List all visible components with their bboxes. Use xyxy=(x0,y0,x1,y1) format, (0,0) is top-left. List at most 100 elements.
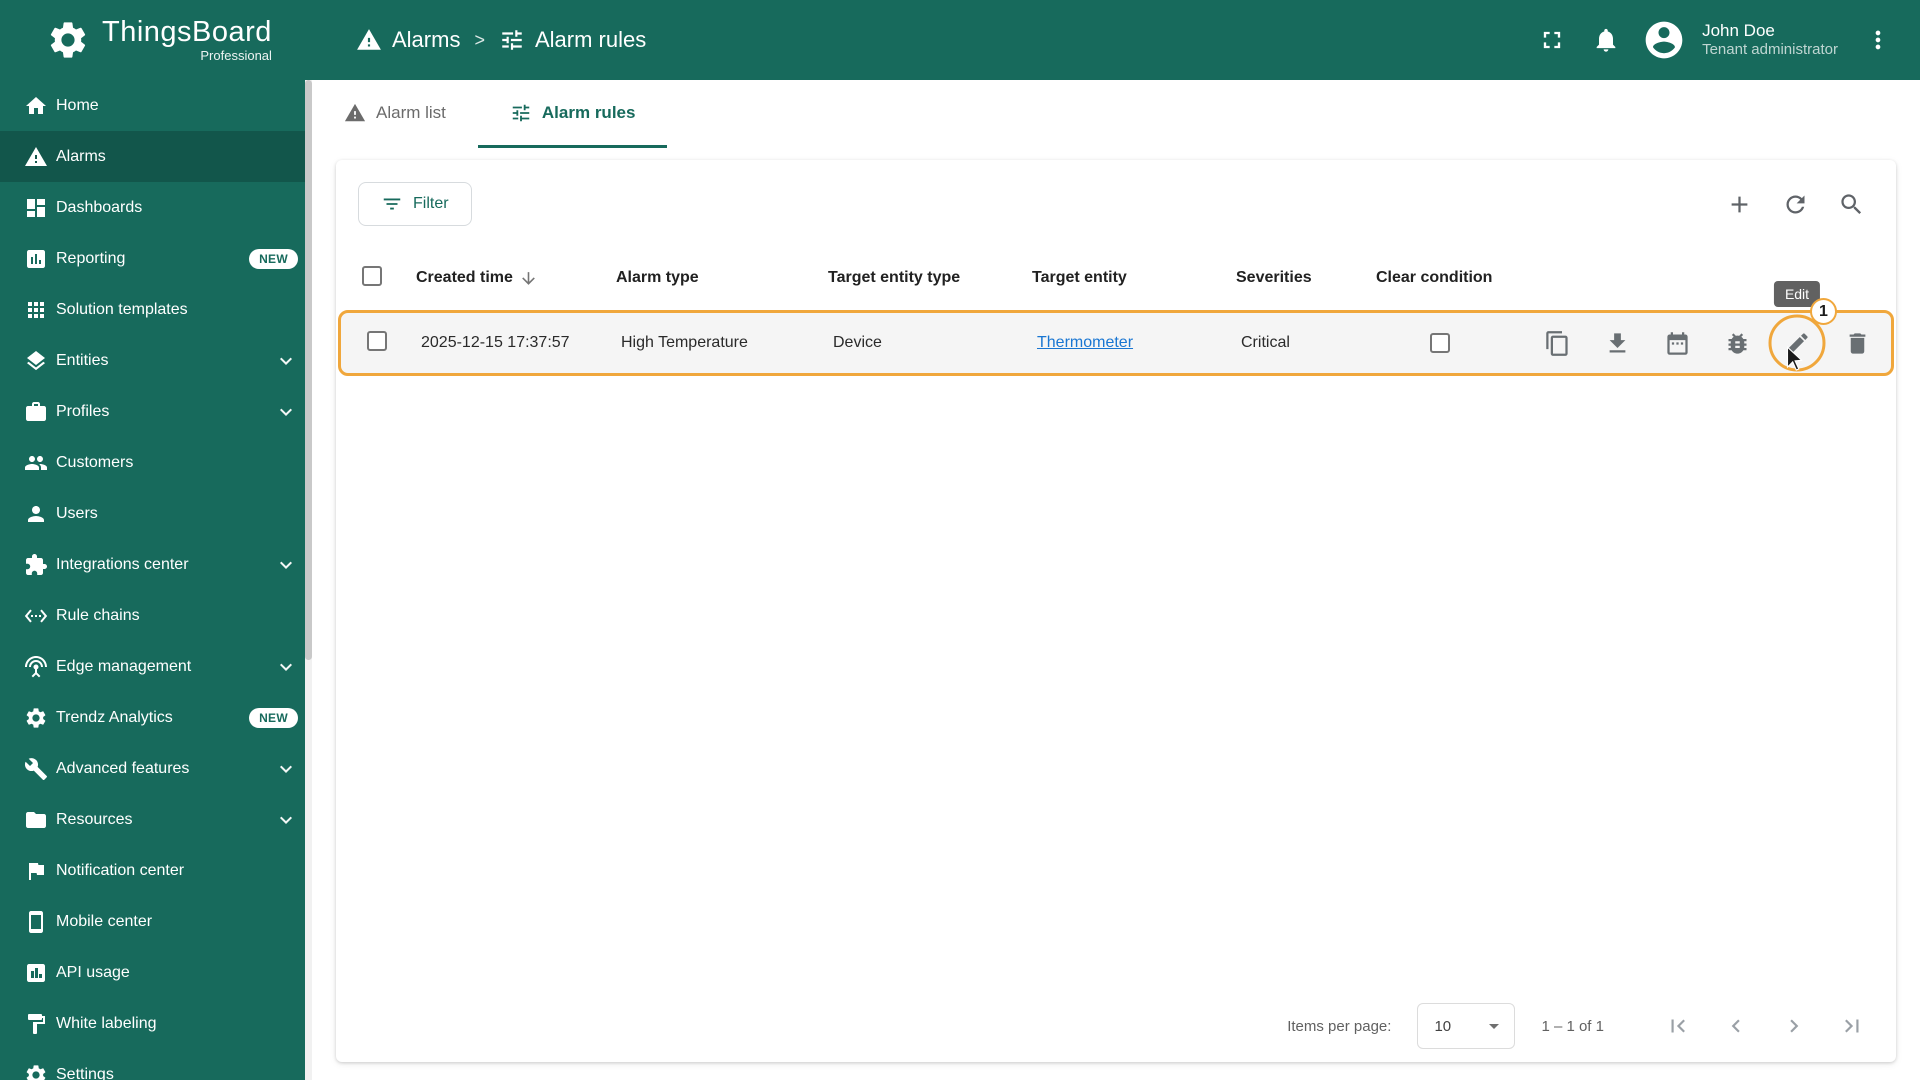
sidebar: Home Alarms Dashboards Reporting NEW Sol… xyxy=(0,80,312,1080)
sidebar-item-trendz-analytics[interactable]: Trendz Analytics NEW xyxy=(0,692,312,743)
tune-icon xyxy=(499,27,525,53)
integrations-icon xyxy=(24,553,48,577)
sidebar-item-white-labeling[interactable]: White labeling xyxy=(0,998,312,1049)
users-icon xyxy=(24,502,48,526)
column-header-clear-condition[interactable]: Clear condition xyxy=(1360,269,1510,287)
pager-nav xyxy=(1656,1004,1874,1048)
avatar-icon[interactable] xyxy=(1642,18,1686,62)
breadcrumb-separator: > xyxy=(474,29,485,50)
chevron-down-icon xyxy=(274,553,298,577)
copy-alarm-rule-button[interactable] xyxy=(1537,323,1577,363)
select-all-checkbox[interactable] xyxy=(362,265,382,286)
user-name: John Doe xyxy=(1702,21,1775,40)
sidebar-item-notification-center[interactable]: Notification center xyxy=(0,845,312,896)
sidebar-item-home[interactable]: Home xyxy=(0,80,312,131)
cell-created-time: 2025-12-15 17:37:57 xyxy=(421,334,570,351)
warning-icon xyxy=(24,145,48,169)
next-page-button[interactable] xyxy=(1772,1004,1816,1048)
warning-icon xyxy=(344,102,366,124)
sidebar-item-integrations-center[interactable]: Integrations center xyxy=(0,539,312,590)
search-button[interactable] xyxy=(1828,181,1874,227)
white-labeling-icon xyxy=(24,1012,48,1036)
first-page-button[interactable] xyxy=(1656,1004,1700,1048)
row-checkbox[interactable] xyxy=(367,330,387,351)
tab-alarm-rules[interactable]: Alarm rules xyxy=(477,80,668,148)
row-actions: Edit 1 xyxy=(1515,281,1891,372)
sidebar-item-solution-templates[interactable]: Solution templates xyxy=(0,284,312,335)
calendar-clock-icon xyxy=(1664,330,1691,357)
user-menu-button[interactable] xyxy=(1854,16,1902,64)
chevron-right-icon xyxy=(1781,1013,1807,1039)
add-alarm-rule-button[interactable] xyxy=(1716,181,1762,227)
column-header-severities[interactable]: Severities xyxy=(1220,269,1360,287)
solution-templates-icon xyxy=(24,298,48,322)
column-header-target-entity-type[interactable]: Target entity type xyxy=(812,269,1016,287)
page-body: Home Alarms Dashboards Reporting NEW Sol… xyxy=(0,80,1920,1080)
breadcrumb-alarm-rules[interactable]: Alarm rules xyxy=(499,27,646,53)
sidebar-item-settings[interactable]: Settings xyxy=(0,1049,312,1080)
resources-icon xyxy=(24,808,48,832)
tab-alarm-list[interactable]: Alarm list xyxy=(312,80,478,148)
cell-target-entity-type: Device xyxy=(833,334,882,351)
card-toolbar: Filter xyxy=(336,160,1896,248)
export-alarm-rule-button[interactable] xyxy=(1597,323,1637,363)
add-icon xyxy=(1726,191,1753,218)
dropdown-arrow-icon xyxy=(1482,1014,1506,1038)
new-badge: NEW xyxy=(249,248,298,269)
debug-button[interactable] xyxy=(1717,323,1757,363)
rule-chains-icon xyxy=(24,604,48,628)
api-usage-icon xyxy=(24,961,48,985)
schedule-button[interactable] xyxy=(1657,323,1697,363)
page-size-select[interactable]: 10 xyxy=(1417,1003,1516,1049)
sidebar-item-alarms[interactable]: Alarms xyxy=(0,131,312,182)
delete-button[interactable] xyxy=(1837,323,1877,363)
sidebar-item-customers[interactable]: Customers xyxy=(0,437,312,488)
sidebar-item-rule-chains[interactable]: Rule chains xyxy=(0,590,312,641)
chevron-down-icon xyxy=(274,349,298,373)
column-header-created-time[interactable]: Created time xyxy=(400,269,600,288)
fullscreen-icon xyxy=(1538,26,1566,54)
sidebar-item-profiles[interactable]: Profiles xyxy=(0,386,312,437)
column-header-alarm-type[interactable]: Alarm type xyxy=(600,269,812,287)
edge-management-icon xyxy=(24,655,48,679)
items-per-page-label: Items per page: xyxy=(1287,1017,1392,1035)
edit-button[interactable] xyxy=(1777,323,1817,363)
advanced-features-icon xyxy=(24,757,48,781)
more-vert-icon xyxy=(1864,26,1892,54)
target-entity-link[interactable]: Thermometer xyxy=(1037,334,1133,351)
app-logo[interactable]: ThingsBoard Professional xyxy=(0,17,312,63)
sidebar-item-mobile-center[interactable]: Mobile center xyxy=(0,896,312,947)
column-header-target-entity[interactable]: Target entity xyxy=(1016,269,1220,287)
sidebar-item-dashboards[interactable]: Dashboards xyxy=(0,182,312,233)
sidebar-item-advanced-features[interactable]: Advanced features xyxy=(0,743,312,794)
sidebar-scrollbar[interactable] xyxy=(305,80,312,1080)
toolbar-actions xyxy=(1716,181,1874,227)
sidebar-item-entities[interactable]: Entities xyxy=(0,335,312,386)
sidebar-item-reporting[interactable]: Reporting NEW xyxy=(0,233,312,284)
sidebar-item-edge-management[interactable]: Edge management xyxy=(0,641,312,692)
previous-page-button[interactable] xyxy=(1714,1004,1758,1048)
notifications-bell-icon xyxy=(1592,26,1620,54)
sidebar-scrollbar-thumb[interactable] xyxy=(305,80,312,660)
sidebar-item-users[interactable]: Users xyxy=(0,488,312,539)
filter-icon xyxy=(381,193,403,215)
table-row[interactable]: 2025-12-15 17:37:57 High Temperature Dev… xyxy=(338,281,1894,376)
clear-condition-checkbox[interactable] xyxy=(1430,333,1450,353)
search-icon xyxy=(1838,191,1865,218)
delete-icon xyxy=(1844,330,1871,357)
fullscreen-button[interactable] xyxy=(1528,16,1576,64)
page-size-value: 10 xyxy=(1434,1017,1452,1035)
settings-icon xyxy=(24,1063,48,1080)
filter-button[interactable]: Filter xyxy=(358,182,472,226)
edit-action-wrap: Edit 1 xyxy=(1768,281,1837,372)
notifications-button[interactable] xyxy=(1582,16,1630,64)
pagination: Items per page: 10 1 – 1 of 1 xyxy=(336,990,1896,1062)
app-name: ThingsBoard xyxy=(102,15,272,48)
sidebar-item-api-usage[interactable]: API usage xyxy=(0,947,312,998)
topbar-right: John Doe Tenant administrator xyxy=(1528,16,1920,64)
user-role: Tenant administrator xyxy=(1702,41,1838,59)
last-page-button[interactable] xyxy=(1830,1004,1874,1048)
breadcrumb-alarms[interactable]: Alarms xyxy=(356,27,460,53)
refresh-button[interactable] xyxy=(1772,181,1818,227)
sidebar-item-resources[interactable]: Resources xyxy=(0,794,312,845)
